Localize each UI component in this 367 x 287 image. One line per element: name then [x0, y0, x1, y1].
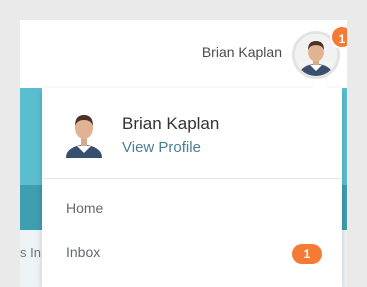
notification-badge[interactable]: 1	[330, 25, 347, 49]
profile-name: Brian Kaplan	[122, 114, 220, 133]
menu-item-inbox[interactable]: Inbox 1	[42, 232, 342, 276]
profile-summary: Brian Kaplan View Profile	[42, 88, 342, 179]
view-profile-link[interactable]: View Profile	[122, 139, 201, 156]
background-partial-text: s In	[20, 245, 41, 260]
profile-dropdown-menu: Brian Kaplan View Profile Home Inbox 1	[42, 80, 342, 287]
inbox-count-badge: 1	[292, 244, 322, 264]
dropdown-caret	[312, 80, 328, 88]
menu-item-label: Inbox	[66, 244, 101, 260]
header-username[interactable]: Brian Kaplan	[202, 44, 282, 60]
menu-item-label: Home	[66, 200, 104, 216]
user-photo-icon	[66, 115, 102, 158]
app-frame: Brian Kaplan s In 1 Brian Kaplan View Pr…	[20, 20, 347, 287]
menu-item-home[interactable]: Home	[42, 188, 342, 232]
